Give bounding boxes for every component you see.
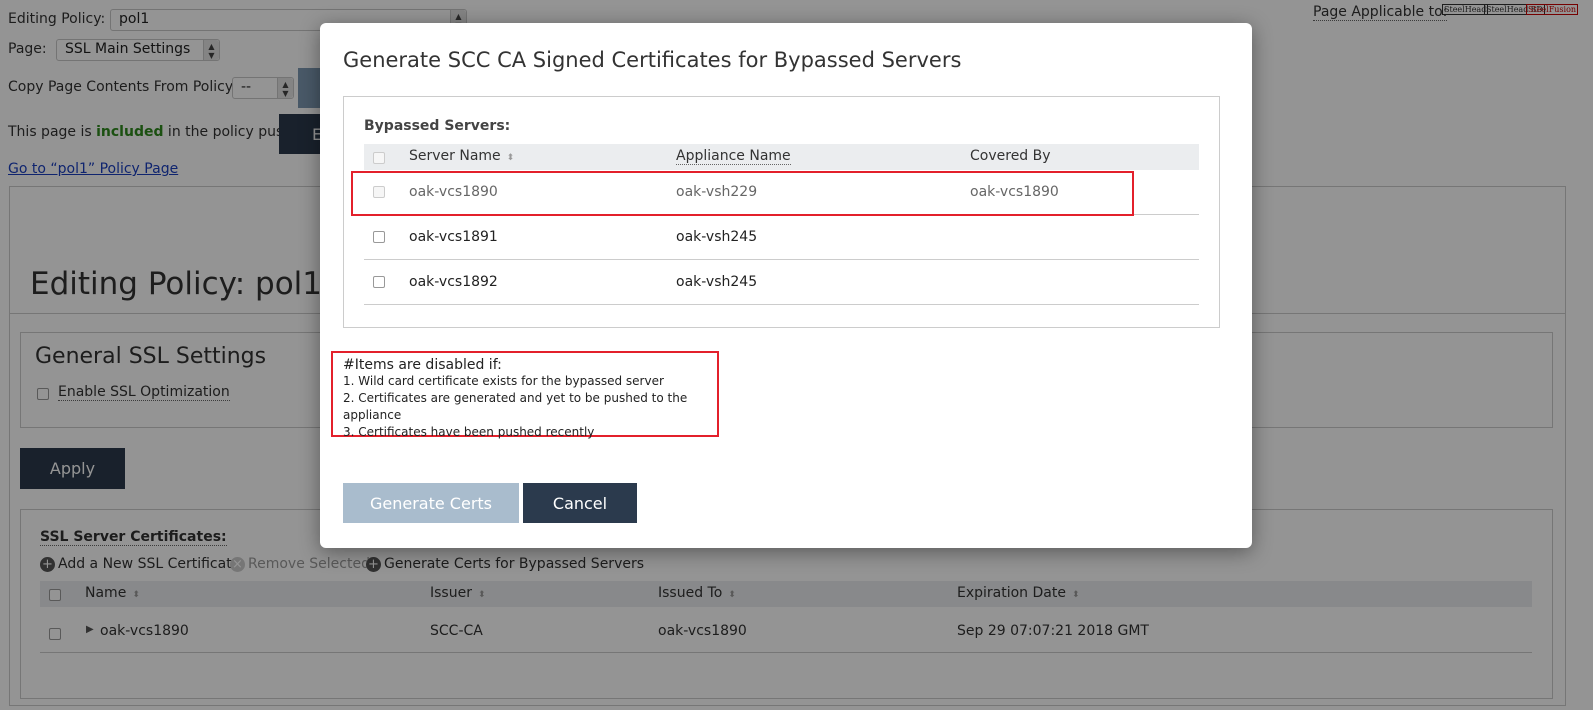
bypassed-row: oak-vcs1891 oak-vsh245	[364, 215, 1199, 260]
bypassed-select-all-checkbox[interactable]	[373, 152, 385, 164]
highlight-box-disabled-row	[351, 171, 1134, 216]
row-appliance-name: oak-vsh245	[676, 274, 758, 290]
row-server-name: oak-vcs1892	[409, 274, 498, 290]
row-checkbox[interactable]	[373, 231, 385, 243]
disabled-items-note: #Items are disabled if: 1. Wild card cer…	[331, 351, 719, 439]
dialog-title: Generate SCC CA Signed Certificates for …	[343, 48, 962, 72]
sort-icon: ⬍	[506, 153, 515, 163]
note-line: 1. Wild card certificate exists for the …	[343, 374, 664, 388]
cancel-button[interactable]: Cancel	[523, 483, 637, 523]
col-server-name[interactable]: Server Name ⬍	[409, 148, 514, 164]
col-server-name-label: Server Name	[409, 148, 501, 164]
note-line: 3. Certificates have been pushed recentl…	[343, 425, 595, 439]
note-title: #Items are disabled if:	[343, 357, 502, 373]
generate-certs-dialog: Generate SCC CA Signed Certificates for …	[320, 23, 1252, 548]
note-line: 2. Certificates are generated and yet to…	[343, 391, 688, 422]
row-server-name: oak-vcs1891	[409, 229, 498, 245]
generate-certs-button[interactable]: Generate Certs	[343, 483, 519, 523]
col-appliance-name: Appliance Name	[676, 148, 791, 165]
row-checkbox[interactable]	[373, 276, 385, 288]
bypassed-table-header: Server Name ⬍ Appliance Name Covered By	[364, 144, 1199, 170]
col-covered-by: Covered By	[970, 148, 1051, 164]
bypassed-servers-label: Bypassed Servers:	[364, 118, 511, 134]
bypassed-row: oak-vcs1892 oak-vsh245	[364, 260, 1199, 305]
row-appliance-name: oak-vsh245	[676, 229, 758, 245]
